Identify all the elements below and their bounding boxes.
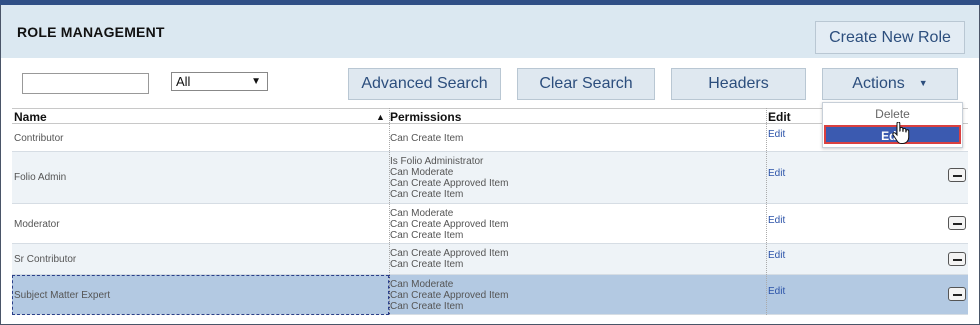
table-row[interactable]: Moderator Can Moderate Can Create Approv… <box>12 204 968 244</box>
permissions-list: Can Moderate Can Create Approved Item Ca… <box>390 279 508 312</box>
column-header-permissions[interactable]: Permissions <box>390 110 461 124</box>
permission-item: Is Folio Administrator <box>390 156 484 167</box>
permission-item: Can Create Item <box>390 133 464 144</box>
table-row[interactable]: Sr Contributor Can Create Approved Item … <box>12 244 968 275</box>
page-header: ROLE MANAGEMENT Create New Role <box>1 5 979 58</box>
dropdown-arrow-icon: ▼ <box>251 76 261 87</box>
edit-link[interactable]: Edit <box>768 129 785 140</box>
permissions-list: Is Folio Administrator Can Moderate Can … <box>390 156 508 200</box>
caret-down-icon: ▼ <box>918 78 928 88</box>
permission-item: Can Create Approved Item <box>390 219 509 230</box>
permission-item: Can Moderate <box>390 167 454 178</box>
column-divider <box>766 108 767 315</box>
filter-select-value: All <box>176 74 191 89</box>
column-header-name[interactable]: Name <box>14 110 47 124</box>
permission-item: Can Moderate <box>390 208 454 219</box>
permission-item: Can Create Approved Item <box>390 248 509 259</box>
table-row[interactable]: Folio Admin Is Folio Administrator Can M… <box>12 152 968 204</box>
permissions-list: Can Create Item <box>390 133 463 144</box>
filter-select[interactable]: All ▼ <box>171 72 268 91</box>
role-name: Moderator <box>14 219 60 230</box>
permissions-list: Can Create Approved Item Can Create Item <box>390 248 508 270</box>
permission-item: Can Create Item <box>390 301 464 312</box>
advanced-search-button[interactable]: Advanced Search <box>348 68 501 100</box>
permission-item: Can Create Item <box>390 230 464 241</box>
search-input[interactable] <box>22 73 149 94</box>
permission-item: Can Create Approved Item <box>390 178 509 189</box>
column-header-edit: Edit <box>768 110 791 124</box>
edit-link[interactable]: Edit <box>768 250 785 261</box>
permissions-list: Can Moderate Can Create Approved Item Ca… <box>390 208 508 241</box>
edit-link[interactable]: Edit <box>768 168 785 179</box>
headers-button[interactable]: Headers <box>671 68 806 100</box>
column-divider <box>389 108 390 315</box>
actions-button[interactable]: Actions ▼ <box>822 68 958 100</box>
role-name: Contributor <box>14 133 64 144</box>
permission-item: Can Create Approved Item <box>390 290 509 301</box>
permission-item: Can Create Item <box>390 259 464 270</box>
clear-search-button[interactable]: Clear Search <box>517 68 655 100</box>
actions-label: Actions <box>852 75 905 92</box>
remove-row-button[interactable] <box>948 252 966 266</box>
role-name: Sr Contributor <box>14 254 77 265</box>
edit-link[interactable]: Edit <box>768 215 785 226</box>
role-name: Subject Matter Expert <box>14 290 111 301</box>
table-row-selected[interactable]: Subject Matter Expert Can Moderate Can C… <box>12 275 968 315</box>
remove-row-button[interactable] <box>948 168 966 182</box>
remove-row-button[interactable] <box>948 216 966 230</box>
role-name: Folio Admin <box>14 172 67 183</box>
sort-ascending-icon[interactable]: ▲ <box>376 112 385 122</box>
remove-row-button[interactable] <box>948 287 966 301</box>
create-new-role-button[interactable]: Create New Role <box>815 21 965 54</box>
permission-item: Can Create Item <box>390 189 464 200</box>
hand-pointer-icon <box>892 122 910 144</box>
permission-item: Can Moderate <box>390 279 454 290</box>
edit-link[interactable]: Edit <box>768 286 785 297</box>
page-title: ROLE MANAGEMENT <box>17 24 165 40</box>
